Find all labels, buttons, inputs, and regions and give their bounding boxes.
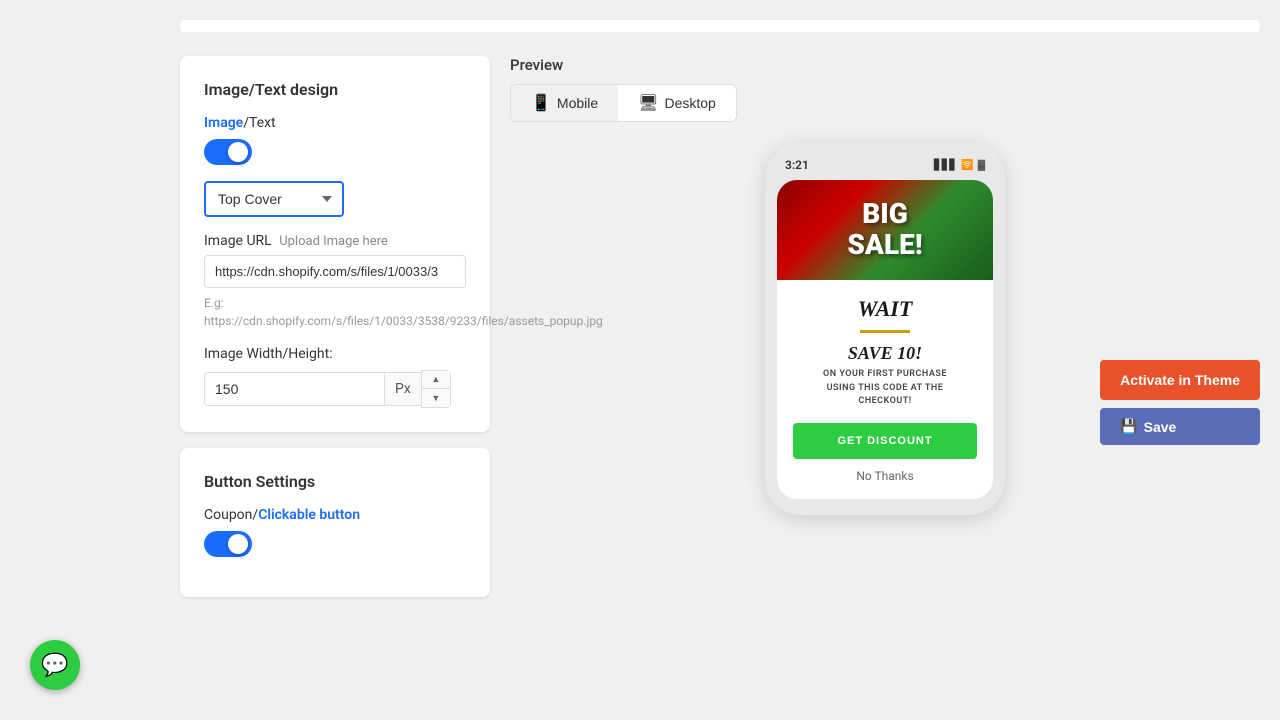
position-dropdown-container: Top Cover Left Cover Right Cover Bottom … [204, 181, 466, 217]
desc-line1: ON YOUR FIRST PURCHASE [823, 369, 947, 379]
coupon-toggle-thumb [228, 534, 248, 554]
dimension-up-arrow[interactable]: ▲ [422, 371, 450, 389]
tab-mobile[interactable]: 📱 Mobile [511, 85, 618, 121]
dimension-down-arrow[interactable]: ▼ [422, 389, 450, 407]
image-url-label: Image URL Upload Image here [204, 233, 466, 249]
image-text-design-panel: Image/Text design Image/Text Top Cover L… [180, 56, 490, 432]
tab-desktop-label: Desktop [664, 95, 715, 111]
image-url-input[interactable] [204, 255, 466, 288]
desktop-icon: 🖥 [638, 93, 658, 113]
example-text: E.g: https://cdn.shopify.com/s/files/1/0… [204, 294, 466, 330]
chat-bubble-button[interactable]: 💬 [30, 640, 80, 690]
toggle-track[interactable] [204, 139, 252, 165]
no-thanks-link[interactable]: No Thanks [793, 469, 977, 483]
coupon-toggle-label: Coupon/Clickable button [204, 507, 466, 523]
popup-wait-text: WAIT [793, 296, 977, 322]
phone-status-bar: 3:21 ▋▋▋ 🛜 ▓ [777, 158, 993, 180]
dimension-input-row: Px ▲ ▼ [204, 370, 466, 408]
left-nav-panel [0, 0, 160, 720]
get-discount-button[interactable]: GET DISCOUNT [793, 423, 977, 459]
activate-in-theme-button[interactable]: Activate in Theme [1100, 360, 1260, 400]
chat-icon: 💬 [41, 653, 68, 678]
phone-time: 3:21 [785, 158, 809, 172]
status-icons: ▋▋▋ 🛜 ▓ [934, 160, 985, 171]
popup-description: ON YOUR FIRST PURCHASE USING THIS CODE A… [793, 368, 977, 409]
toggle-thumb [228, 142, 248, 162]
preview-label: Preview [510, 56, 563, 74]
button-settings-title: Button Settings [204, 472, 466, 491]
position-dropdown[interactable]: Top Cover Left Cover Right Cover Bottom … [204, 181, 344, 217]
image-url-label-text: Image URL [204, 233, 272, 249]
content-row: Image/Text design Image/Text Top Cover L… [180, 56, 1260, 597]
popup-image-text: BIG SALE! [847, 199, 922, 261]
coupon-label: Coupon [204, 507, 252, 523]
wifi-icon: 🛜 [961, 160, 973, 171]
phone-screen: BIG SALE! WAIT SAVE 10! ON YOUR FIRST PU… [777, 180, 993, 499]
image-text-toggle-label: Image/Text [204, 115, 466, 131]
example-label: E.g: [204, 296, 224, 310]
panel-title: Image/Text design [204, 80, 466, 99]
popup-body: WAIT SAVE 10! ON YOUR FIRST PURCHASE USI… [777, 280, 993, 499]
popup-image: BIG SALE! [777, 180, 993, 280]
top-bar [180, 20, 1260, 32]
clickable-label: Clickable button [258, 507, 360, 523]
image-label-rest: /Text [243, 115, 275, 131]
big-text: BIG [862, 197, 908, 230]
desc-line3: CHECKOUT! [858, 396, 911, 406]
preview-panel: Preview 📱 Mobile 🖥 Desktop 3:21 [510, 56, 1260, 515]
save-button[interactable]: 💾 Save [1100, 408, 1260, 445]
save-icon: 💾 [1120, 418, 1137, 435]
tab-desktop[interactable]: 🖥 Desktop [618, 85, 736, 121]
button-settings-panel: Button Settings Coupon/Clickable button [180, 448, 490, 597]
dimension-unit: Px [384, 372, 421, 406]
coupon-toggle-track[interactable] [204, 531, 252, 557]
action-buttons: Activate in Theme 💾 Save [1100, 360, 1260, 445]
image-text-toggle[interactable] [204, 139, 252, 165]
dimension-label: Image Width/Height: [204, 346, 466, 362]
tab-mobile-label: Mobile [557, 95, 598, 111]
mobile-icon: 📱 [531, 93, 551, 113]
popup-underline [860, 330, 910, 333]
save-label: Save [1144, 419, 1177, 435]
battery-icon: ▓ [978, 160, 985, 171]
left-panels: Image/Text design Image/Text Top Cover L… [180, 56, 490, 597]
dimension-arrows: ▲ ▼ [421, 370, 451, 408]
page-wrapper: Image/Text design Image/Text Top Cover L… [0, 0, 1280, 720]
popup-save-text: SAVE 10! [793, 343, 977, 364]
desc-line2: USING THIS CODE AT THE [827, 383, 944, 393]
coupon-clickable-toggle[interactable] [204, 531, 252, 557]
preview-tabs: 📱 Mobile 🖥 Desktop [510, 84, 737, 122]
signal-icon: ▋▋▋ [934, 160, 957, 171]
upload-link-text[interactable]: Upload Image here [279, 234, 388, 249]
dimension-value-input[interactable] [204, 372, 384, 406]
sale-text: SALE! [847, 228, 922, 261]
image-label-highlight: Image [204, 115, 243, 131]
phone-mockup: 3:21 ▋▋▋ 🛜 ▓ BIG SALE! [765, 142, 1005, 515]
